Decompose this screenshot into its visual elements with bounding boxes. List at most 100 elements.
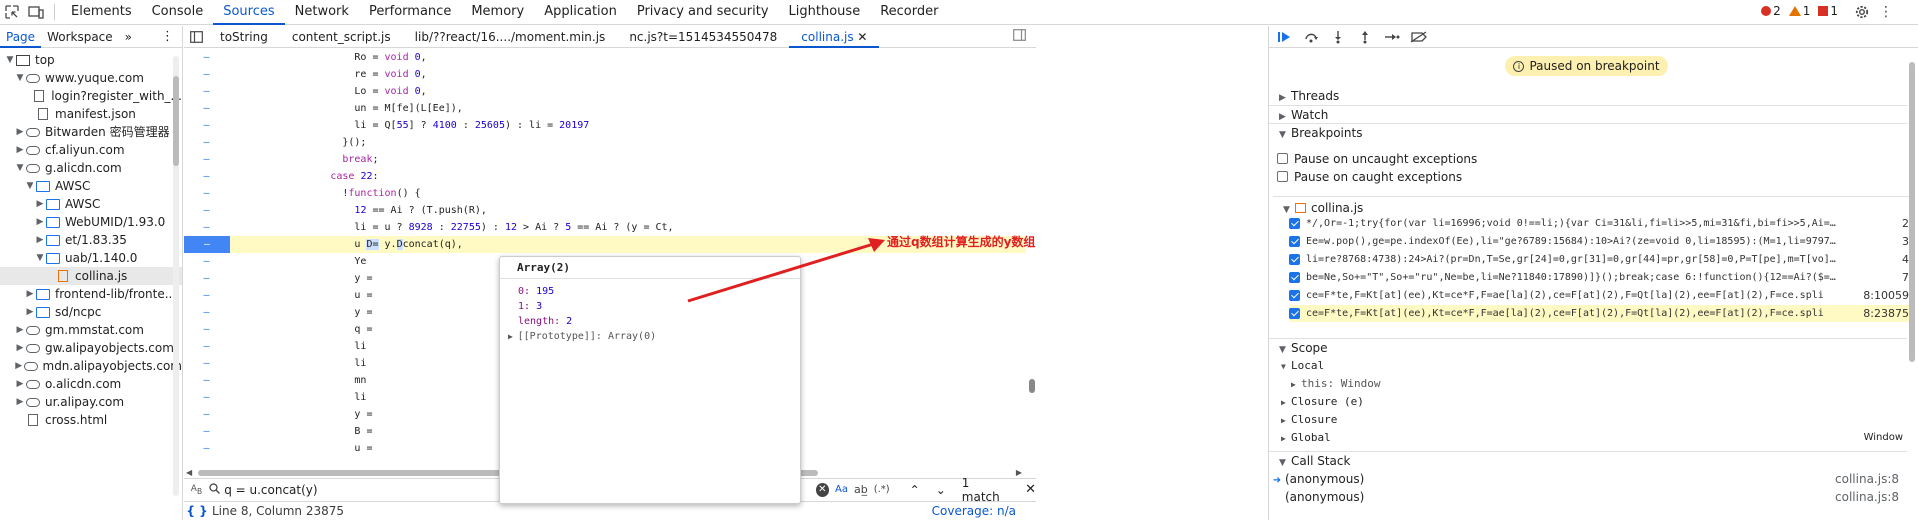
tree-item[interactable]: ▶ o.alicdn.com — [0, 375, 182, 393]
replace-toggle-icon[interactable]: AB — [184, 484, 209, 496]
breakpoint-checkbox[interactable] — [1289, 236, 1300, 247]
scroll-right-icon[interactable]: ▶ — [1016, 468, 1022, 477]
tree-item[interactable]: manifest.json — [0, 105, 182, 123]
whole-word-icon[interactable]: ab̲ — [854, 483, 868, 496]
line-gutter[interactable]: – — [184, 117, 229, 134]
line-gutter[interactable]: – — [184, 389, 229, 406]
breakpoint-marker[interactable]: – — [184, 236, 230, 253]
line-gutter[interactable]: – — [184, 151, 229, 168]
scope-closure[interactable]: ▶ Closure — [1281, 412, 1337, 428]
collapsed-arrow-icon[interactable]: ▶ — [14, 339, 26, 357]
deactivate-breakpoints-icon[interactable] — [1410, 28, 1428, 46]
toggle-navigator-icon[interactable] — [184, 30, 208, 43]
tab-network[interactable]: Network — [285, 0, 359, 25]
collapsed-arrow-icon[interactable]: ▶ — [14, 375, 26, 393]
previous-match-icon[interactable]: ⌃ — [910, 483, 920, 497]
collapsed-arrow-icon[interactable]: ▶ — [14, 321, 26, 339]
line-gutter[interactable]: – — [184, 287, 229, 304]
line-gutter[interactable]: – — [184, 406, 229, 423]
next-match-icon[interactable]: ⌄ — [936, 483, 946, 497]
line-gutter[interactable]: – — [184, 219, 229, 236]
collapsed-arrow-icon[interactable]: ▶ — [14, 393, 26, 411]
tree-item[interactable]: ▶ et/1.83.35 — [0, 231, 182, 249]
collapsed-arrow-icon[interactable]: ▶ — [34, 213, 46, 231]
tab-lighthouse[interactable]: Lighthouse — [779, 0, 871, 25]
error-counter[interactable]: 2 — [1761, 4, 1781, 18]
tab-page[interactable]: Page — [0, 26, 42, 48]
file-tab[interactable]: lib/??react/16..../moment.min.js — [403, 26, 618, 48]
coverage-status[interactable]: Coverage: n/a — [932, 504, 1016, 518]
breakpoint-file-group[interactable]: ▼ collina.js — [1273, 196, 1911, 215]
scope-global[interactable]: ▶ Global Window — [1281, 430, 1907, 446]
breakpoint-item[interactable]: */,Or=-1;try{for(var li=16996;void 0!==l… — [1289, 215, 1909, 232]
scrollbar-thumb[interactable] — [1029, 379, 1035, 393]
breakpoint-item[interactable]: li=re?8768:4738):24>Ai?(pr=Dn,T=Se,gr[24… — [1289, 251, 1909, 268]
code-line[interactable]: – un = M[fe](L[Ee]), — [184, 100, 1026, 117]
scope-section-header[interactable]: ▼ Scope — [1269, 338, 1907, 356]
tab-console[interactable]: Console — [142, 0, 214, 25]
breakpoint-checkbox[interactable] — [1289, 290, 1300, 301]
issue-counter[interactable]: 1 — [1818, 4, 1838, 18]
tree-item[interactable]: ▼ uab/1.140.0 — [0, 249, 182, 267]
breakpoint-item[interactable]: ce=F*te,F=Kt[at](ee),Kt=ce*F,F=ae[la](2)… — [1289, 287, 1909, 304]
line-gutter[interactable]: – — [184, 321, 229, 338]
more-tabs-icon[interactable]: » — [119, 26, 138, 48]
step-over-icon[interactable] — [1302, 28, 1320, 46]
pause-caught-option[interactable]: Pause on caught exceptions — [1277, 168, 1462, 185]
settings-gear-icon[interactable] — [1850, 0, 1874, 24]
tree-item[interactable]: ▶ ur.alipay.com — [0, 393, 182, 411]
regex-button[interactable]: (.*) — [874, 484, 890, 495]
line-gutter[interactable]: – — [184, 304, 229, 321]
code-line[interactable]: – 12 == Ai ? (T.push(R), — [184, 202, 1026, 219]
code-line[interactable]: – case 22: — [184, 168, 1026, 185]
call-frame[interactable]: (anonymous) collina.js:8 — [1269, 488, 1907, 506]
code-line[interactable]: – break; — [184, 151, 1026, 168]
expanded-arrow-icon[interactable]: ▼ — [34, 249, 46, 267]
close-tab-icon[interactable]: ✕ — [854, 30, 867, 44]
breakpoint-checkbox[interactable] — [1289, 254, 1300, 265]
clear-search-icon[interactable]: ✕ — [815, 482, 829, 497]
tree-item[interactable]: ▶ WebUMID/1.93.0 — [0, 213, 182, 231]
scope-closure-e[interactable]: ▶ Closure (e) — [1281, 394, 1364, 410]
tab-privacy-and-security[interactable]: Privacy and security — [627, 0, 779, 25]
issue-counters[interactable]: 2 1 1 — [1761, 4, 1838, 18]
expanded-arrow-icon[interactable]: ▼ — [24, 177, 36, 195]
line-gutter[interactable]: – — [184, 253, 229, 270]
collapsed-arrow-icon[interactable]: ▶ — [24, 303, 36, 321]
scope-this[interactable]: ▶ this: Window — [1291, 376, 1380, 392]
line-gutter[interactable]: – — [184, 100, 229, 117]
line-gutter[interactable]: – — [184, 49, 229, 66]
tree-item[interactable]: ▶ frontend-lib/fronte... — [0, 285, 182, 303]
code-line[interactable]: – Ro = void 0, — [184, 49, 1026, 66]
tree-item[interactable]: ▶ mdn.alipayobjects.com — [0, 357, 182, 375]
line-gutter[interactable]: – — [184, 185, 229, 202]
collapsed-arrow-icon[interactable]: ▶ — [24, 285, 36, 303]
line-gutter[interactable]: – — [184, 440, 229, 457]
warning-counter[interactable]: 1 — [1788, 4, 1810, 18]
editor-vertical-scrollbar[interactable] — [1029, 49, 1035, 465]
line-gutter[interactable]: – — [184, 83, 229, 100]
call-frame[interactable]: ➜ (anonymous) collina.js:8 — [1269, 470, 1907, 488]
file-tab[interactable]: nc.js?t=1514534550478 — [617, 26, 789, 48]
code-line[interactable]: – Lo = void 0, — [184, 83, 1026, 100]
code-line[interactable]: – !function() { — [184, 185, 1026, 202]
scrollbar-thumb[interactable] — [1909, 62, 1915, 362]
device-toolbar-icon[interactable] — [24, 0, 48, 24]
tree-item[interactable]: ▶ Bitwarden 密码管理器 — [0, 123, 182, 141]
tab-memory[interactable]: Memory — [461, 0, 534, 25]
breakpoint-item[interactable]: be=Ne,So+="T",So+="ru",Ne=be,li=Ne?11840… — [1289, 269, 1909, 286]
prototype-row[interactable]: ▶ [[Prototype]]: Array(0) — [500, 329, 800, 344]
pause-uncaught-option[interactable]: Pause on uncaught exceptions — [1277, 150, 1477, 167]
line-gutter[interactable]: – — [184, 372, 229, 389]
code-line[interactable]: – }(); — [184, 134, 1026, 151]
match-case-button[interactable]: Aa — [835, 484, 848, 495]
tree-item[interactable]: ▶ sd/ncpc — [0, 303, 182, 321]
step-icon[interactable] — [1383, 28, 1401, 46]
call-stack-section-header[interactable]: ▼ Call Stack — [1269, 451, 1907, 469]
expanded-arrow-icon[interactable]: ▼ — [14, 69, 26, 87]
resume-icon[interactable] — [1275, 28, 1293, 46]
threads-section-header[interactable]: ▶ Threads — [1269, 87, 1907, 105]
tree-item[interactable]: cross.html — [0, 411, 182, 429]
breakpoint-checkbox[interactable] — [1289, 218, 1300, 229]
file-tab[interactable]: collina.js ✕ — [789, 26, 880, 48]
